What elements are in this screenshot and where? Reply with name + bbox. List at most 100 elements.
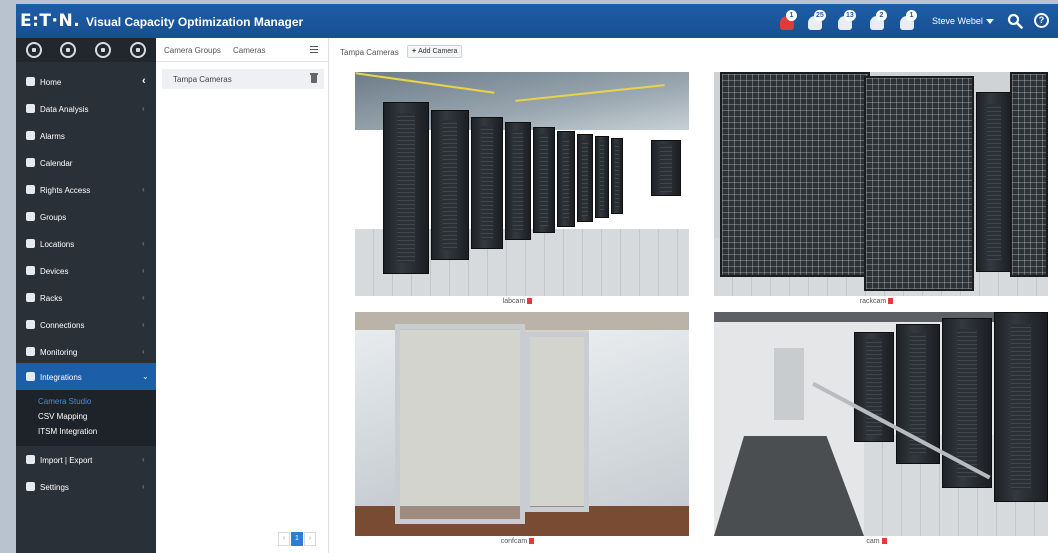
- feed-rack: [471, 117, 503, 249]
- sidebar-item-calendar[interactable]: Calendar: [16, 149, 156, 176]
- feed-rack: [595, 136, 609, 218]
- feed-rack: [431, 110, 469, 260]
- alarm-critical-icon[interactable]: 1: [778, 10, 800, 32]
- delete-icon[interactable]: [888, 298, 894, 305]
- groups-tabs: Camera Groups Cameras: [156, 38, 329, 62]
- sidebar-item-label: Devices: [40, 267, 69, 276]
- calendar-icon: [26, 158, 35, 167]
- rack-icon: [26, 293, 35, 302]
- list-icon[interactable]: [95, 42, 111, 58]
- sidebar-item-label: Settings: [40, 483, 69, 492]
- camera-feed-image[interactable]: [714, 312, 1048, 536]
- globe-icon[interactable]: [60, 42, 76, 58]
- feed-wall-door: [774, 348, 804, 420]
- submenu-camera-studio[interactable]: Camera Studio: [38, 397, 91, 406]
- sidebar-item-label: Integrations: [40, 373, 82, 382]
- tab-cameras[interactable]: Cameras: [233, 46, 265, 55]
- feed-rack: [651, 140, 681, 196]
- sidebar-item-label: Locations: [40, 240, 75, 249]
- add-camera-button[interactable]: + Add Camera: [407, 45, 463, 58]
- user-menu[interactable]: Steve Webel: [932, 16, 994, 26]
- sidebar-item-alarms[interactable]: Alarms: [16, 122, 156, 149]
- alarm-info-icon[interactable]: 13: [836, 10, 858, 32]
- home-icon: [26, 77, 35, 86]
- sidebar-item-label: Connections: [40, 321, 85, 330]
- camera-card[interactable]: rackcam: [703, 72, 1050, 314]
- camera-caption: confcam: [344, 538, 691, 545]
- alarm-minor-icon[interactable]: 2: [868, 10, 890, 32]
- feed-rack: [577, 134, 593, 222]
- breadcrumb: Tampa Cameras: [340, 48, 399, 57]
- prev-page-button[interactable]: ‹: [278, 532, 290, 546]
- feed-cage: [1010, 72, 1048, 277]
- next-page-button[interactable]: ›: [304, 532, 316, 546]
- search-icon[interactable]: [1007, 13, 1023, 29]
- sidebar-toolbar: [16, 38, 156, 62]
- gear-icon: [26, 482, 35, 491]
- tab-camera-groups[interactable]: Camera Groups: [164, 46, 221, 55]
- feed-glass-wall: [355, 330, 395, 506]
- sidebar-item-home[interactable]: Home ‹: [16, 68, 156, 95]
- camera-card[interactable]: labcam: [344, 72, 691, 314]
- delete-icon[interactable]: [527, 298, 533, 305]
- feed-rack: [383, 102, 429, 274]
- feed-ramp: [714, 436, 864, 536]
- sidebar-item-monitoring[interactable]: Monitoring ‹: [16, 338, 156, 365]
- camera-name: labcam: [502, 298, 526, 305]
- submenu-csv-mapping[interactable]: CSV Mapping: [38, 412, 87, 421]
- menu-icon[interactable]: [310, 46, 318, 53]
- key-icon: [26, 185, 35, 194]
- help-icon[interactable]: ?: [1034, 13, 1049, 28]
- alarm-notice-icon[interactable]: 1: [898, 10, 920, 32]
- chevron-left-icon[interactable]: ‹: [142, 75, 146, 87]
- sidebar-item-data-analysis[interactable]: Data Analysis ‹: [16, 95, 156, 122]
- dashboard-icon[interactable]: [26, 42, 42, 58]
- monitoring-icon: [26, 347, 35, 356]
- camera-name: cam: [866, 538, 880, 545]
- feed-rack: [994, 312, 1048, 502]
- camera-caption: labcam: [344, 298, 691, 305]
- camera-feed-image[interactable]: [355, 72, 689, 296]
- sidebar-item-connections[interactable]: Connections ‹: [16, 311, 156, 338]
- top-bar: E:T·N. Visual Capacity Optimization Mana…: [16, 4, 1058, 38]
- page-button-current[interactable]: 1: [291, 532, 303, 546]
- sidebar-item-label: Groups: [40, 213, 67, 222]
- import-export-icon: [26, 455, 35, 464]
- submenu-itsm-integration[interactable]: ITSM Integration: [38, 427, 97, 436]
- delete-icon[interactable]: [529, 538, 535, 545]
- feed-cage: [864, 76, 974, 291]
- sidebar-item-locations[interactable]: Locations ‹: [16, 230, 156, 257]
- chevron-left-icon: ‹: [142, 104, 145, 113]
- sidebar-item-devices[interactable]: Devices ‹: [16, 257, 156, 284]
- device-icon: [26, 266, 35, 275]
- chevron-left-icon: ‹: [142, 320, 145, 329]
- sidebar-item-groups[interactable]: Groups: [16, 203, 156, 230]
- add-camera-label: Add Camera: [418, 48, 458, 55]
- star-icon[interactable]: [130, 42, 146, 58]
- trash-icon[interactable]: [310, 73, 318, 83]
- sidebar-item-integrations[interactable]: Integrations ⌄: [16, 363, 156, 390]
- feed-rack: [896, 324, 940, 464]
- feed-door: [395, 324, 525, 524]
- alarm-warning-icon[interactable]: 25: [806, 10, 828, 32]
- feed-rack: [533, 127, 555, 233]
- feed-door: [525, 332, 589, 512]
- notification-badge: 1: [906, 10, 917, 21]
- app-title: Visual Capacity Optimization Manager: [86, 15, 304, 29]
- chevron-left-icon: ‹: [142, 455, 145, 464]
- notification-badge: 2: [876, 10, 887, 21]
- camera-feed-image[interactable]: [355, 312, 689, 536]
- camera-feed-image[interactable]: [714, 72, 1048, 296]
- sidebar-item-rights-access[interactable]: Rights Access ‹: [16, 176, 156, 203]
- plus-icon: +: [412, 48, 417, 55]
- delete-icon[interactable]: [881, 538, 887, 545]
- camera-card[interactable]: confcam: [344, 312, 691, 553]
- sidebar-item-racks[interactable]: Racks ‹: [16, 284, 156, 311]
- camera-group-row[interactable]: Tampa Cameras: [162, 69, 324, 89]
- sidebar-item-import-export[interactable]: Import | Export ‹: [16, 446, 156, 473]
- sidebar-item-label: Alarms: [40, 132, 65, 141]
- eaton-logo: E:T·N.: [20, 11, 81, 31]
- sidebar: Home ‹ Data Analysis ‹ Alarms Calendar R…: [16, 38, 156, 553]
- camera-card[interactable]: cam: [703, 312, 1050, 553]
- sidebar-item-settings[interactable]: Settings ‹: [16, 473, 156, 500]
